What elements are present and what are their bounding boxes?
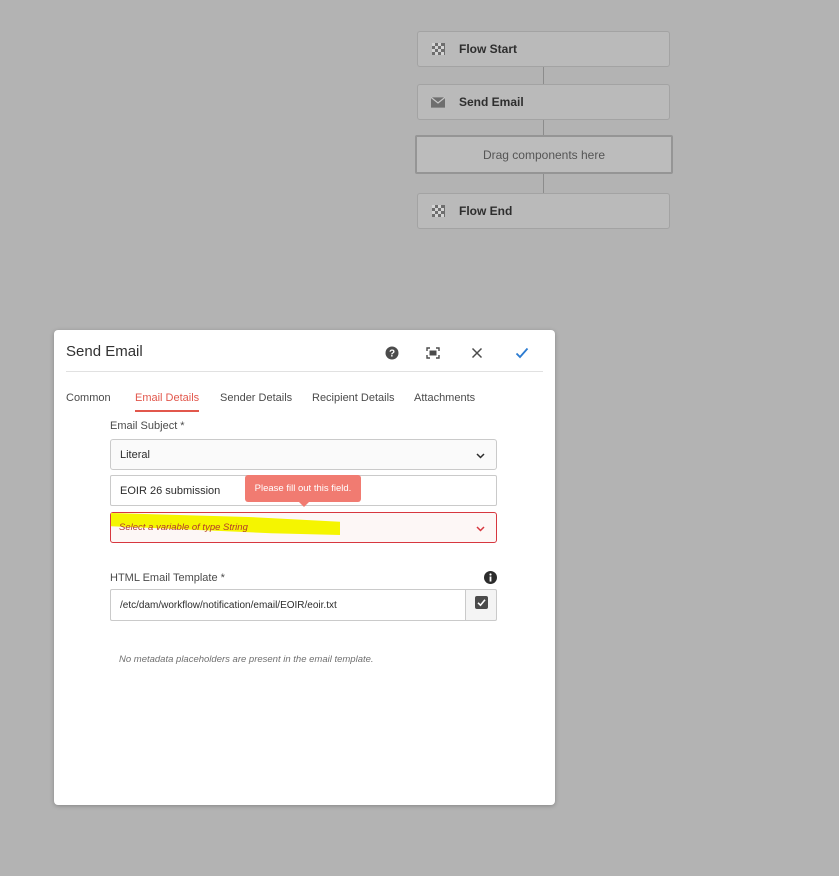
send-email-dialog: Send Email ? Common Email Details Sender… <box>54 330 555 805</box>
chevron-down-icon <box>476 523 485 535</box>
flow-start-node[interactable]: Flow Start <box>417 31 670 67</box>
checkmark-icon[interactable] <box>513 344 531 362</box>
checkered-flag-icon <box>431 43 445 55</box>
email-subject-label: Email Subject * <box>110 420 185 432</box>
email-subject-value: EOIR 26 submission <box>120 484 221 497</box>
drop-zone[interactable]: Drag components here <box>415 135 673 174</box>
tab-email-details[interactable]: Email Details <box>135 392 200 412</box>
connector-line <box>543 174 544 194</box>
flow-end-node[interactable]: Flow End <box>417 193 670 229</box>
tab-recipient-details[interactable]: Recipient Details <box>312 392 395 404</box>
flow-start-label: Flow Start <box>459 42 518 56</box>
subject-type-select[interactable]: Literal <box>110 439 497 470</box>
send-email-node[interactable]: Send Email <box>417 84 670 120</box>
dialog-title: Send Email <box>66 343 143 360</box>
validation-message: Please fill out this field. <box>254 483 352 494</box>
header-divider <box>66 371 543 372</box>
tab-common[interactable]: Common <box>66 392 111 404</box>
chevron-down-icon <box>476 450 485 462</box>
checkbox-check-icon <box>474 596 488 614</box>
envelope-icon <box>431 96 445 108</box>
metadata-note: No metadata placeholders are present in … <box>119 654 374 665</box>
template-path-input[interactable]: /etc/dam/workflow/notification/email/EOI… <box>110 589 466 621</box>
svg-text:?: ? <box>389 349 395 360</box>
tab-attachments[interactable]: Attachments <box>414 392 475 404</box>
flow-end-label: Flow End <box>459 204 513 218</box>
connector-line <box>543 120 544 136</box>
html-template-label: HTML Email Template * <box>110 572 225 584</box>
template-path-value: /etc/dam/workflow/notification/email/EOI… <box>120 599 337 611</box>
fullscreen-icon[interactable] <box>424 344 442 362</box>
browse-template-button[interactable] <box>465 589 497 621</box>
tab-sender-details[interactable]: Sender Details <box>220 392 292 404</box>
checkered-flag-icon <box>431 205 445 217</box>
help-icon[interactable]: ? <box>383 344 401 362</box>
close-icon[interactable] <box>468 344 486 362</box>
drop-zone-label: Drag components here <box>482 147 606 162</box>
subject-type-value: Literal <box>120 448 150 461</box>
connector-line <box>543 67 544 85</box>
send-email-label: Send Email <box>459 95 524 109</box>
validation-tooltip: Please fill out this field. <box>245 475 361 507</box>
info-icon[interactable] <box>484 571 497 584</box>
subject-variable-placeholder: Select a variable of type String <box>119 522 248 533</box>
